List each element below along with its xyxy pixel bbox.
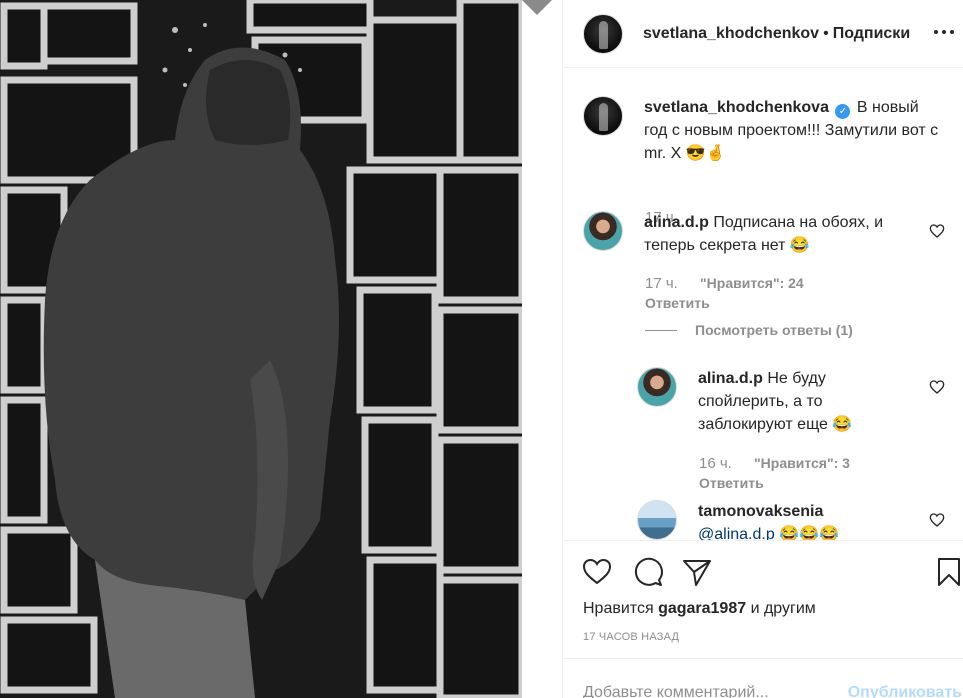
comment-likes[interactable]: "Нравится": 3: [754, 455, 850, 471]
post-photo[interactable]: [0, 0, 522, 698]
comment-mention[interactable]: @alina.d.p: [698, 526, 775, 540]
reply-item: alina.d.p Не буду спойлерить, а то забло…: [637, 367, 953, 497]
separator-dot: •: [823, 24, 829, 42]
like-comment-heart-icon[interactable]: [929, 379, 945, 395]
verified-badge-icon: ✓: [835, 104, 851, 119]
commenter-avatar[interactable]: [583, 211, 623, 251]
share-send-icon[interactable]: [681, 556, 713, 588]
likes-prefix: Нравится: [583, 600, 654, 617]
view-replies-label: Посмотреть ответы (1): [695, 322, 853, 338]
reply-button[interactable]: Ответить: [699, 475, 764, 491]
like-comment-heart-icon[interactable]: [929, 512, 945, 528]
post-actions: Нравится gagara1987 и другим 17 ЧАСОВ НА…: [563, 540, 963, 658]
caption-author[interactable]: svetlana_khodchenkova: [644, 99, 829, 116]
comment-time[interactable]: 17 ч.: [645, 275, 678, 292]
comment-item: tamonovaksenia @alina.d.p 😂😂😂: [637, 500, 953, 540]
author-username[interactable]: svetlana_khodchenkov: [643, 25, 819, 43]
author-avatar[interactable]: [583, 13, 623, 54]
comment-bubble-icon[interactable]: [632, 556, 664, 588]
like-heart-icon[interactable]: [581, 556, 613, 588]
post-header: svetlana_khodchenkov • Подписки: [563, 0, 963, 68]
publish-button[interactable]: Опубликовать: [848, 684, 962, 698]
comment-input[interactable]: Добавьте комментарий...: [583, 684, 769, 698]
comments-list[interactable]: svetlana_khodchenkova ✓ В новый год с но…: [563, 68, 963, 540]
add-comment-bar: Добавьте комментарий... Опубликовать: [563, 658, 963, 698]
commenter-avatar[interactable]: [637, 500, 677, 540]
comment-time[interactable]: 16 ч.: [699, 455, 732, 472]
likes-summary[interactable]: Нравится gagara1987 и другим: [583, 600, 816, 618]
post-timestamp[interactable]: 17 ЧАСОВ НАЗАД: [583, 631, 679, 643]
comment-author[interactable]: alina.d.p: [644, 214, 709, 231]
likes-user[interactable]: gagara1987: [658, 600, 746, 617]
photo-image: [0, 0, 522, 698]
view-replies-button[interactable]: Посмотреть ответы (1): [645, 322, 853, 338]
comment-item: alina.d.p Подписана на обоях, и теперь с…: [583, 211, 953, 311]
commenter-avatar[interactable]: [637, 367, 677, 407]
post-sidebar: svetlana_khodchenkov • Подписки svetlana…: [562, 0, 963, 698]
likes-suffix: и другим: [750, 600, 816, 617]
comment-author[interactable]: alina.d.p: [698, 370, 763, 387]
save-bookmark-icon[interactable]: [933, 556, 963, 588]
comment-emoji: 😂😂😂: [779, 526, 839, 540]
following-button[interactable]: Подписки: [833, 25, 910, 43]
comment-author[interactable]: tamonovaksenia: [698, 500, 898, 523]
more-options-icon[interactable]: [932, 20, 956, 44]
reply-button[interactable]: Ответить: [645, 295, 710, 311]
replies-divider: [645, 329, 677, 331]
like-comment-heart-icon[interactable]: [929, 223, 945, 239]
comment-likes[interactable]: "Нравится": 24: [700, 275, 804, 291]
caption-avatar[interactable]: [583, 96, 623, 136]
corner-marker: [520, 0, 554, 15]
